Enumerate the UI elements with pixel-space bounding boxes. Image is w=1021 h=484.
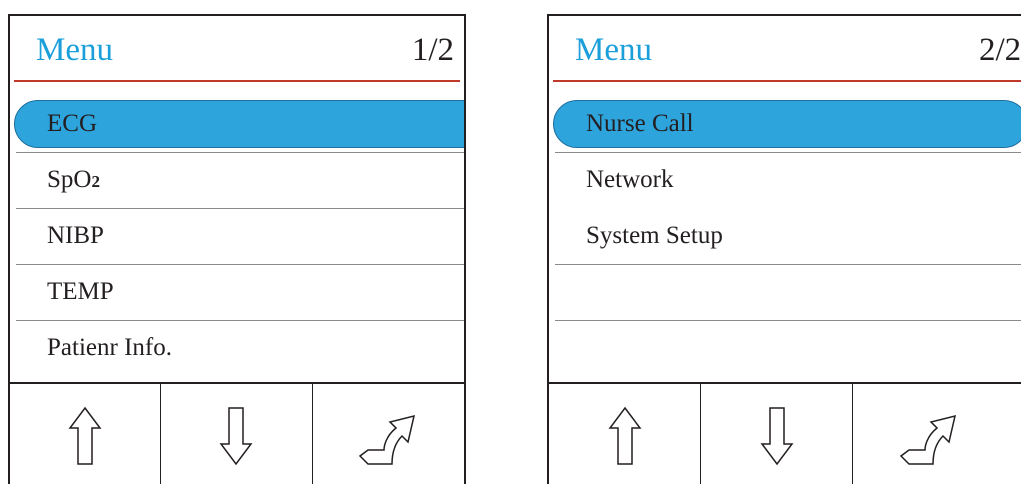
menu-item-label: Network [586, 166, 674, 193]
menu-item-empty [549, 264, 1021, 321]
menu-item-patient-info[interactable]: Patienr Info. [10, 320, 464, 376]
menu-panel-page-1: Menu 1/2 ECG SpO2 NIBP TEMP Patienr Info… [8, 14, 466, 484]
menu-item-label: Nurse Call [586, 110, 694, 137]
menu-item-network[interactable]: Network [549, 152, 1021, 208]
footer-button-bar [10, 382, 464, 484]
scroll-up-button[interactable] [549, 384, 701, 484]
menu-item-spo2[interactable]: SpO2 [10, 152, 464, 209]
menu-panel-page-2: Menu 2/2 Nurse Call Network System Setup [547, 14, 1021, 484]
menu-item-label: System Setup [586, 222, 723, 249]
down-arrow-icon [219, 407, 253, 466]
menu-header: Menu 1/2 [10, 16, 464, 82]
down-arrow-icon [760, 407, 793, 466]
menu-item-label: SpO2 [47, 166, 100, 193]
scroll-down-button[interactable] [701, 384, 853, 484]
menu-item-label: ECG [47, 110, 97, 137]
back-button[interactable] [313, 384, 464, 484]
back-button[interactable] [853, 384, 1005, 484]
up-arrow-icon [608, 406, 641, 465]
page-indicator: 1/2 [411, 32, 454, 68]
menu-item-ecg[interactable]: ECG [10, 96, 464, 153]
back-arrow-icon [899, 414, 957, 465]
menu-item-temp[interactable]: TEMP [10, 264, 464, 321]
menu-title: Menu [575, 32, 652, 68]
menu-item-label: NIBP [47, 222, 104, 249]
menu-item-nibp[interactable]: NIBP [10, 208, 464, 265]
menu-item-empty [549, 320, 1021, 376]
back-arrow-icon [359, 414, 416, 465]
header-divider [553, 80, 1021, 82]
menu-item-system-setup[interactable]: System Setup [549, 208, 1021, 265]
header-divider [14, 80, 460, 82]
menu-list: Nurse Call Network System Setup [549, 96, 1021, 376]
menu-list: ECG SpO2 NIBP TEMP Patienr Info. [10, 96, 464, 376]
page-indicator: 2/2 [979, 32, 1021, 68]
menu-header: Menu 2/2 [549, 16, 1021, 82]
menu-title: Menu [36, 32, 113, 68]
scroll-down-button[interactable] [161, 384, 313, 484]
menu-item-label: Patienr Info. [47, 334, 172, 361]
scroll-up-button[interactable] [10, 384, 162, 484]
footer-button-bar [549, 382, 1021, 484]
menu-item-label: TEMP [47, 278, 114, 305]
up-arrow-icon [68, 406, 102, 465]
menu-item-nurse-call[interactable]: Nurse Call [549, 96, 1021, 153]
